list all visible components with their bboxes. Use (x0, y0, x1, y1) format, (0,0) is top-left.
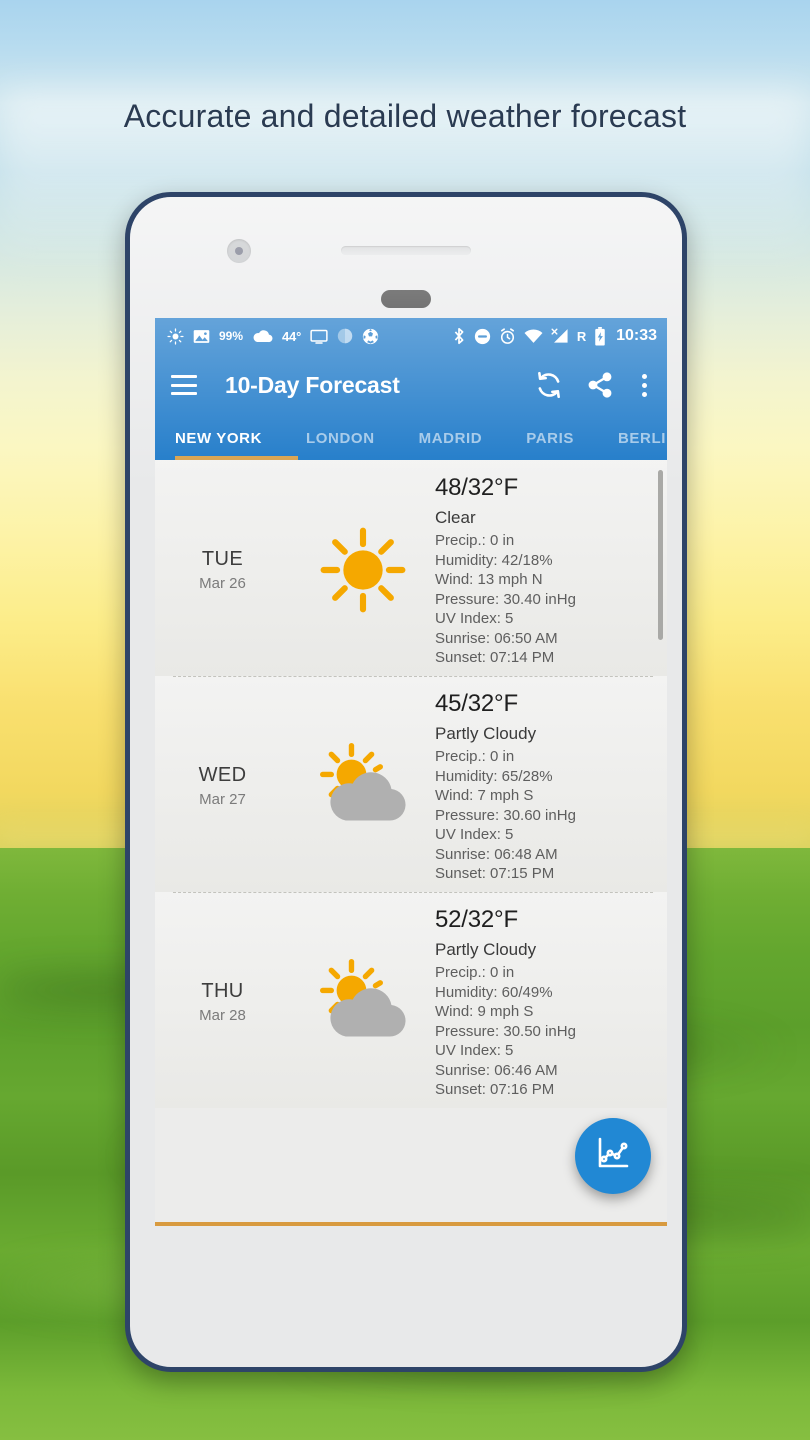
sun-icon (290, 474, 435, 666)
sensor-pill (381, 290, 431, 308)
day-name-label: THU (201, 980, 244, 1002)
line-chart-icon (593, 1134, 633, 1179)
battery-percent-label: 99% (219, 329, 244, 343)
wifi-icon (524, 329, 543, 344)
sunrise-label: Sunrise: 06:50 AM (435, 629, 558, 647)
list-scrollbar[interactable] (658, 470, 663, 640)
signal-icon (551, 328, 569, 344)
uv-index-label: UV Index: 5 (435, 826, 514, 843)
bluetooth-icon (452, 327, 466, 345)
forecast-row[interactable]: WED Mar 27 45/32°F Partly Cloudy Precip.… (155, 676, 667, 892)
photo-icon (193, 329, 210, 344)
condition-label: Clear (435, 508, 476, 527)
hamburger-icon[interactable] (171, 375, 197, 395)
promo-headline: Accurate and detailed weather forecast (123, 98, 687, 134)
city-tab-bar[interactable]: NEW YORK LONDON MADRID PARIS BERLIN (155, 416, 667, 460)
forecast-day-block: WED Mar 27 (155, 690, 290, 882)
forecast-day-block: TUE Mar 26 (155, 474, 290, 666)
status-bar: 99% 44° R 10:33 (155, 318, 667, 354)
humidity-label: Humidity: 60/49% (435, 983, 553, 1001)
page-title: 10-Day Forecast (225, 371, 400, 398)
forecast-row[interactable]: THU Mar 28 52/32°F Partly Cloudy Precip.… (155, 892, 667, 1108)
accent-divider (155, 1222, 667, 1226)
tab-label: MADRID (418, 429, 483, 447)
tab-label: BERLIN (617, 429, 667, 447)
share-icon[interactable] (586, 371, 614, 399)
sunrise-label: Sunrise: 06:46 AM (435, 1061, 558, 1079)
uv-index-label: UV Index: 5 (435, 610, 514, 627)
phone-screen: 99% 44° R 10:33 10-Day Forecast NEW YORK… (155, 318, 667, 1226)
alarm-icon (499, 327, 516, 345)
day-name-label: TUE (201, 548, 244, 570)
sunset-label: Sunset: 07:15 PM (435, 865, 555, 882)
status-temperature-label: 44° (282, 328, 302, 344)
chart-fab-button[interactable] (575, 1118, 651, 1194)
humidity-label: Humidity: 42/18% (435, 551, 553, 569)
wind-label: Wind: 9 mph S (435, 1003, 534, 1020)
kebab-menu-icon[interactable] (636, 372, 653, 399)
forecast-details: 48/32°F Clear Precip.: 0 in Humidity: 42… (435, 474, 667, 666)
forecast-details: 52/32°F Partly Cloudy Precip.: 0 in Humi… (435, 906, 667, 1098)
tab-label: PARIS (526, 429, 574, 447)
sun-cloud-icon (290, 690, 435, 882)
sun-cloud-icon (290, 906, 435, 1098)
forecast-list[interactable]: TUE Mar 26 48/32°F Clear Precip.: 0 in H… (155, 460, 667, 1222)
forecast-details: 45/32°F Partly Cloudy Precip.: 0 in Humi… (435, 690, 667, 882)
monitor-icon (310, 329, 328, 344)
wind-label: Wind: 7 mph S (435, 787, 534, 804)
precip-label: Precip.: 0 in (435, 532, 515, 549)
battery-charging-icon (594, 326, 606, 346)
pressure-label: Pressure: 30.60 inHg (435, 806, 576, 824)
tab-label: LONDON (306, 429, 375, 447)
front-camera-icon (227, 239, 251, 263)
brightness-icon (167, 327, 184, 345)
temperature-label: 45/32°F (435, 690, 518, 717)
do-not-disturb-icon (474, 328, 491, 345)
tab-madrid[interactable]: MADRID (397, 416, 505, 460)
pressure-label: Pressure: 30.40 inHg (435, 590, 576, 608)
wind-label: Wind: 13 mph N (435, 571, 543, 588)
roaming-indicator-label: R (576, 328, 587, 344)
tab-label: NEW YORK (175, 429, 263, 447)
temperature-label: 52/32°F (435, 906, 518, 933)
humidity-label: Humidity: 65/28% (435, 767, 553, 785)
phone-mockup: 99% 44° R 10:33 10-Day Forecast NEW YORK… (125, 192, 687, 1372)
tab-new-york[interactable]: NEW YORK (175, 416, 284, 460)
precip-label: Precip.: 0 in (435, 964, 515, 981)
sunset-label: Sunset: 07:16 PM (435, 1081, 555, 1098)
precip-label: Precip.: 0 in (435, 748, 515, 765)
condition-label: Partly Cloudy (435, 940, 537, 959)
soccer-ball-icon (362, 328, 379, 345)
tab-paris[interactable]: PARIS (504, 416, 596, 460)
day-name-label: WED (198, 764, 247, 786)
sunrise-label: Sunrise: 06:48 AM (435, 845, 558, 863)
forecast-row[interactable]: TUE Mar 26 48/32°F Clear Precip.: 0 in H… (155, 460, 667, 676)
pressure-label: Pressure: 30.50 inHg (435, 1022, 576, 1040)
refresh-icon[interactable] (534, 370, 564, 400)
uv-index-label: UV Index: 5 (435, 1042, 514, 1059)
condition-label: Partly Cloudy (435, 724, 537, 743)
app-bar: 10-Day Forecast (155, 354, 667, 416)
cloud-icon (252, 329, 273, 343)
day-date-label: Mar 27 (199, 791, 246, 808)
temperature-label: 48/32°F (435, 474, 518, 501)
circle-icon (337, 328, 353, 344)
tab-london[interactable]: LONDON (284, 416, 397, 460)
tab-berlin[interactable]: BERLIN (596, 416, 667, 460)
day-date-label: Mar 26 (199, 575, 246, 592)
status-clock-label: 10:33 (616, 327, 657, 344)
earpiece-speaker (341, 246, 471, 255)
forecast-day-block: THU Mar 28 (155, 906, 290, 1098)
sunset-label: Sunset: 07:14 PM (435, 649, 555, 666)
day-date-label: Mar 28 (199, 1007, 246, 1024)
